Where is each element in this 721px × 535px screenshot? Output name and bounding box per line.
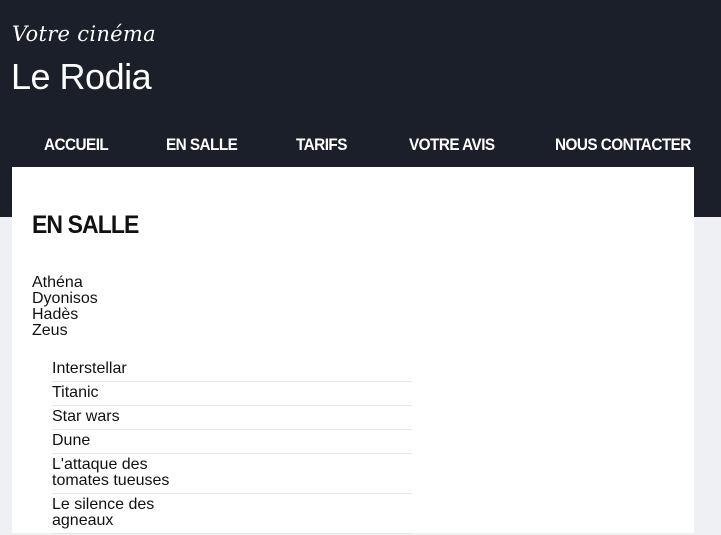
room-item: Dyonisos (32, 290, 98, 307)
main-content: EN SALLE Athéna Dyonisos Hadès Zeus Inte… (12, 167, 694, 535)
film-title: Interstellar (52, 360, 127, 377)
nav-item-en-salle[interactable]: EN SALLE (166, 135, 238, 155)
room-item: Hadès (32, 306, 79, 323)
nav-item-nous-contacter[interactable]: NOUS CONTACTER (555, 135, 691, 155)
room-item: Athéna (32, 274, 83, 291)
film-list: Interstellar Titanic Star wars Dune L'at… (52, 359, 412, 535)
film-item: Dune (52, 431, 412, 454)
nav-item-votre-avis[interactable]: VOTRE AVIS (409, 135, 495, 155)
film-item: L'attaque des tomates tueuses (52, 455, 412, 494)
film-title: Le silence des agneaux (52, 496, 155, 529)
film-title: Dune (52, 432, 91, 449)
film-title: Titanic (52, 384, 99, 401)
film-item: Star wars (52, 407, 412, 430)
film-title: L'attaque des tomates tueuses (52, 456, 170, 489)
room-item: Zeus (32, 322, 68, 339)
room-list: Athéna Dyonisos Hadès Zeus (32, 275, 98, 339)
film-title: Star wars (52, 408, 120, 425)
film-item: Le silence des agneaux (52, 495, 412, 534)
main-nav: ACCUEIL EN SALLE TARIFS VOTRE AVIS NOUS … (0, 130, 721, 160)
nav-item-tarifs[interactable]: TARIFS (296, 135, 347, 155)
film-item: Titanic (52, 383, 412, 406)
site-tagline: Votre cinéma (12, 22, 156, 46)
page-title: EN SALLE (32, 211, 139, 239)
film-item: Interstellar (52, 359, 412, 382)
site-title[interactable]: Le Rodia (11, 56, 152, 98)
nav-item-accueil[interactable]: ACCUEIL (44, 135, 109, 155)
